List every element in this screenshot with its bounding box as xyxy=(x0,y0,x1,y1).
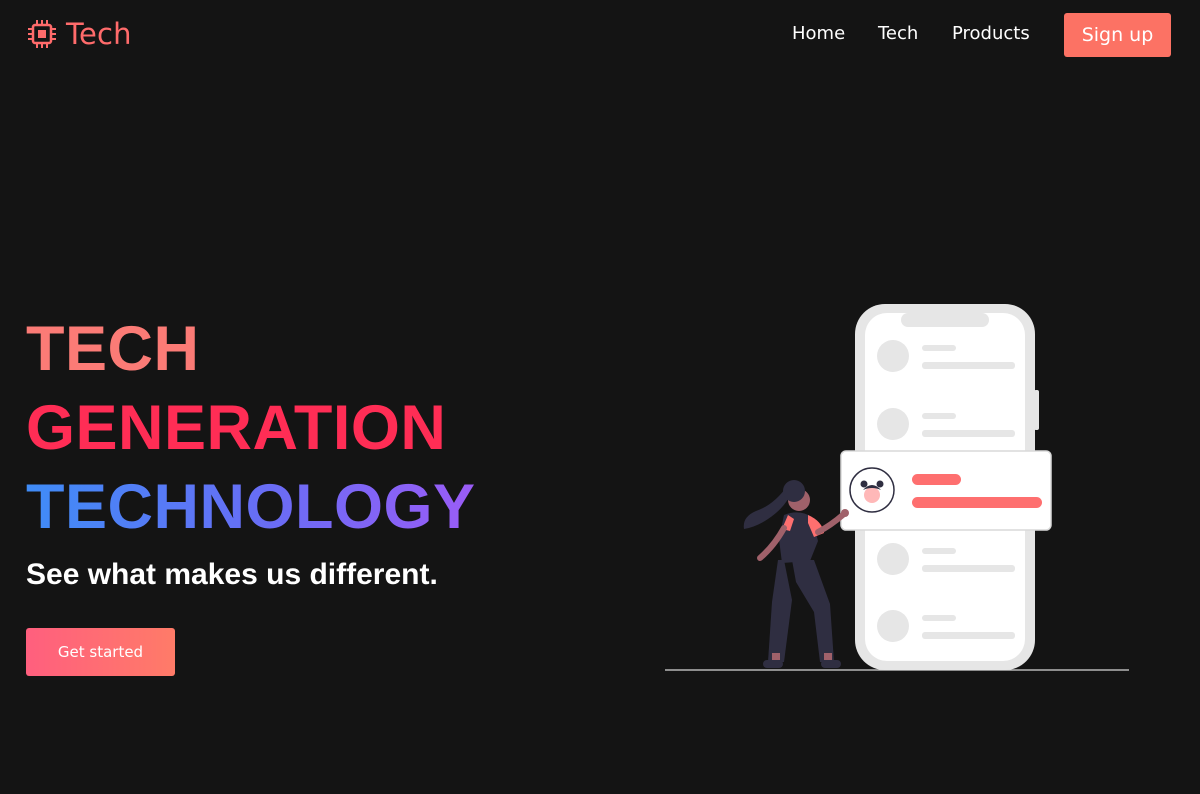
signup-button[interactable]: Sign up xyxy=(1064,13,1171,57)
phone-side-button xyxy=(1034,390,1039,430)
phone-illustration xyxy=(665,304,1129,671)
logo-link[interactable]: Tech xyxy=(26,17,132,51)
get-started-button[interactable]: Get started xyxy=(26,628,175,676)
card-line-short xyxy=(912,474,961,485)
nav-link-products[interactable]: Products xyxy=(952,23,1030,44)
hero-illustration xyxy=(660,300,1140,680)
card-line-long xyxy=(912,497,1042,508)
hero-title-line-1: TECH xyxy=(26,314,200,384)
hero-subtitle: See what makes us different. xyxy=(26,558,438,591)
nav-link-tech[interactable]: Tech xyxy=(878,23,918,44)
logo-text: Tech xyxy=(66,17,132,51)
nav-link-home[interactable]: Home xyxy=(792,23,845,44)
hero-title-line-3: TECHNOLOGY xyxy=(26,468,476,547)
landing-page: Tech Home Tech Products Sign up TECH GEN… xyxy=(0,0,1200,794)
phone-notch xyxy=(901,313,989,327)
woman-figure xyxy=(743,480,849,668)
chip-icon xyxy=(28,20,56,48)
hero-title: TECH GENERATION TECHNOLOGY xyxy=(26,310,476,547)
hero-title-line-2: GENERATION xyxy=(26,393,447,463)
site-header: Tech Home Tech Products Sign up xyxy=(0,0,1200,70)
